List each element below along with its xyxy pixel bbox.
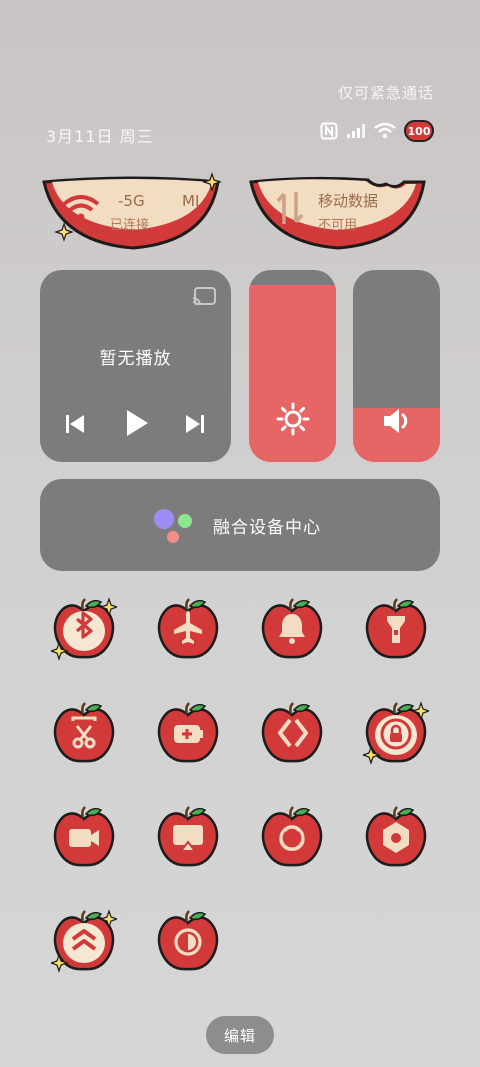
link-icon: [261, 702, 323, 763]
mobile-data-status: 不可用: [318, 218, 358, 233]
dark-mode-toggle[interactable]: [155, 909, 221, 975]
cast-icon: [157, 806, 219, 867]
wifi-status-icon: [374, 123, 396, 139]
bell-icon: [261, 598, 323, 659]
flashlight-icon: [365, 598, 427, 659]
edit-button[interactable]: 编辑: [206, 1016, 274, 1054]
play-icon[interactable]: [124, 408, 150, 442]
wifi-icon: [62, 194, 100, 226]
bluetooth-icon: [51, 597, 117, 661]
cast-toggle[interactable]: [155, 805, 221, 871]
media-title: 暂无播放: [99, 349, 172, 369]
next-track-icon[interactable]: [184, 414, 206, 438]
mobile-data-name: 移动数据: [318, 192, 379, 210]
airplane-toggle[interactable]: [155, 597, 221, 663]
mobile-data-icon: [276, 190, 304, 230]
hotspot-toggle[interactable]: [259, 805, 325, 871]
wifi-tile[interactable]: -5G MI 已连接: [40, 172, 226, 252]
screenshot-icon: [53, 702, 115, 763]
bluetooth-toggle[interactable]: [51, 597, 117, 663]
chevrons-up-icon: [51, 909, 117, 973]
wifi-name: -5G: [118, 192, 145, 210]
settings-icon: [365, 806, 427, 867]
device-center-label: 融合设备中心: [213, 518, 321, 538]
battery-saver-toggle[interactable]: [155, 701, 221, 767]
link-toggle[interactable]: [259, 701, 325, 767]
wifi-name-suffix: MI: [182, 192, 200, 210]
status-icons: 100: [320, 120, 434, 142]
brightness-slider[interactable]: [249, 270, 336, 462]
volume-slider[interactable]: [353, 270, 440, 462]
volume-icon: [381, 406, 413, 440]
screen-record-toggle[interactable]: [51, 805, 117, 871]
bell-toggle[interactable]: [259, 597, 325, 663]
date-text: 3月11日 周三: [46, 127, 154, 146]
brightness-icon: [276, 402, 310, 440]
rotation-lock-toggle[interactable]: [363, 701, 429, 767]
mobile-data-tile[interactable]: 移动数据 不可用: [248, 172, 428, 252]
dark-mode-icon: [157, 910, 219, 971]
airplane-icon: [157, 598, 219, 659]
nfc-icon: [320, 122, 338, 140]
settings-toggle[interactable]: [363, 805, 429, 871]
previous-track-icon[interactable]: [64, 414, 86, 438]
device-center-card[interactable]: 融合设备中心: [40, 479, 440, 571]
wifi-status: 已连接: [110, 218, 150, 233]
hotspot-icon: [261, 806, 323, 867]
flashlight-toggle[interactable]: [363, 597, 429, 663]
device-center-icon: [152, 509, 194, 549]
screen-record-icon: [53, 806, 115, 867]
emergency-call-text: 仅可紧急通话: [337, 84, 434, 102]
screenshot-toggle[interactable]: [51, 701, 117, 767]
battery-indicator: 100: [404, 120, 434, 142]
cast-icon[interactable]: [191, 286, 217, 312]
signal-icon: [346, 123, 366, 139]
rotation-lock-icon: [363, 701, 429, 765]
chevrons-up-toggle[interactable]: [51, 909, 117, 975]
media-player-card[interactable]: 暂无播放: [40, 270, 231, 462]
battery-saver-icon: [157, 702, 219, 763]
